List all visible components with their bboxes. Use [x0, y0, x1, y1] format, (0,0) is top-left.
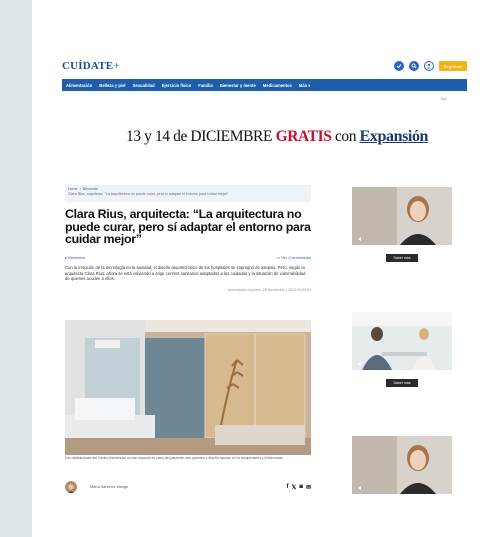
sidebar-video-2: Saber más — [352, 312, 452, 387]
author-name[interactable]: María Sánchez Monge — [90, 485, 128, 489]
promo-brand: Expansión — [359, 128, 429, 145]
breadcrumb-current: Clara Rius, arquitecta: "La arquitectura… — [68, 192, 229, 196]
breadcrumb: Home › Bienestar Clara Rius, arquitecta:… — [65, 185, 311, 202]
article: Home › Bienestar Clara Rius, arquitecta:… — [65, 185, 311, 292]
learn-more-button[interactable]: Saber más — [386, 379, 418, 387]
user-icon[interactable] — [424, 61, 434, 71]
article-lead: Con la irrupción de la tecnología en la … — [65, 264, 306, 282]
article-date: Actualizado a jueves, 28 Noviembre | 202… — [227, 288, 311, 293]
comment-icon: ▭ — [276, 254, 281, 260]
site-header: CUÍDATE+ Regístrate — [62, 58, 467, 74]
nav-item-ejercicio[interactable]: Ejercicio físico — [162, 83, 192, 88]
nav-item-sexualidad[interactable]: Sexualidad — [133, 83, 155, 88]
comments-link[interactable]: ▭ Ver Comentarios — [276, 255, 311, 260]
nav-item-alimentacion[interactable]: Alimentación — [66, 83, 92, 88]
hospital-room-photo — [65, 320, 311, 455]
search-icon[interactable] — [409, 61, 419, 71]
breadcrumb-home[interactable]: Home — [68, 187, 78, 191]
nav-item-familia[interactable]: Familia — [198, 83, 212, 88]
logo-text: CUÍDATE — [62, 60, 114, 72]
sidebar-video-3 — [352, 436, 452, 494]
author-avatar[interactable] — [65, 481, 77, 493]
learn-more-button[interactable]: Saber más — [386, 254, 418, 262]
nav-more-label: Más — [298, 82, 308, 88]
email-icon[interactable]: ✉ — [306, 484, 311, 491]
section-label: Bienestar — [68, 254, 86, 260]
sidebar-video-1: Saber más — [352, 187, 452, 262]
promo-free: GRATIS — [275, 128, 332, 145]
left-gutter — [0, 0, 32, 537]
register-button[interactable]: Regístrate — [439, 61, 467, 71]
nav-item-belleza[interactable]: Belleza y piel — [99, 83, 125, 88]
chevron-down-icon: ▾ — [308, 82, 311, 88]
article-meta: ▸ Bienestar ▭ Ver Comentarios — [65, 255, 311, 260]
facebook-icon[interactable]: f — [287, 484, 289, 490]
video-thumbnail[interactable] — [352, 187, 452, 245]
logo-accent: + — [113, 60, 120, 72]
video-thumbnail[interactable] — [352, 312, 452, 370]
webpage: CUÍDATE+ Regístrate Alimentación Belleza… — [32, 0, 496, 537]
section-link[interactable]: ▸ Bienestar — [65, 255, 85, 260]
site-logo[interactable]: CUÍDATE+ — [62, 60, 120, 72]
photo-caption: Las habitaciones del Centro Asistencial … — [65, 456, 284, 460]
header-actions: Regístrate — [394, 61, 467, 71]
nav-item-mas[interactable]: Más ▾ — [299, 83, 310, 88]
article-title: Clara Rius, arquitecta: “La arquitectura… — [65, 207, 311, 247]
ad-label: Ad — [441, 96, 446, 101]
author-row: María Sánchez Monge f 𝕏 ◙ ✉ — [65, 480, 311, 494]
promo-with: con — [334, 128, 357, 145]
newsletter-icon[interactable] — [394, 61, 404, 71]
promo-dates: 13 y 14 de DICIEMBRE — [125, 128, 273, 145]
promo-banner[interactable]: 13 y 14 de DICIEMBRE GRATIS con Expansió… — [112, 128, 442, 146]
whatsapp-icon[interactable]: ◙ — [299, 484, 303, 490]
share-bar: f 𝕏 ◙ ✉ — [287, 484, 312, 491]
breadcrumb-section[interactable]: Bienestar — [83, 187, 98, 191]
comments-label: Ver Comentarios — [281, 254, 311, 260]
nav-item-medicamentos[interactable]: Medicamentos — [263, 83, 292, 88]
video-thumbnail[interactable] — [352, 436, 452, 494]
nav-item-bienestar[interactable]: Bienestar y mente — [220, 83, 256, 88]
main-nav: Alimentación Belleza y piel Sexualidad E… — [62, 79, 467, 91]
twitter-icon[interactable]: 𝕏 — [292, 484, 297, 491]
